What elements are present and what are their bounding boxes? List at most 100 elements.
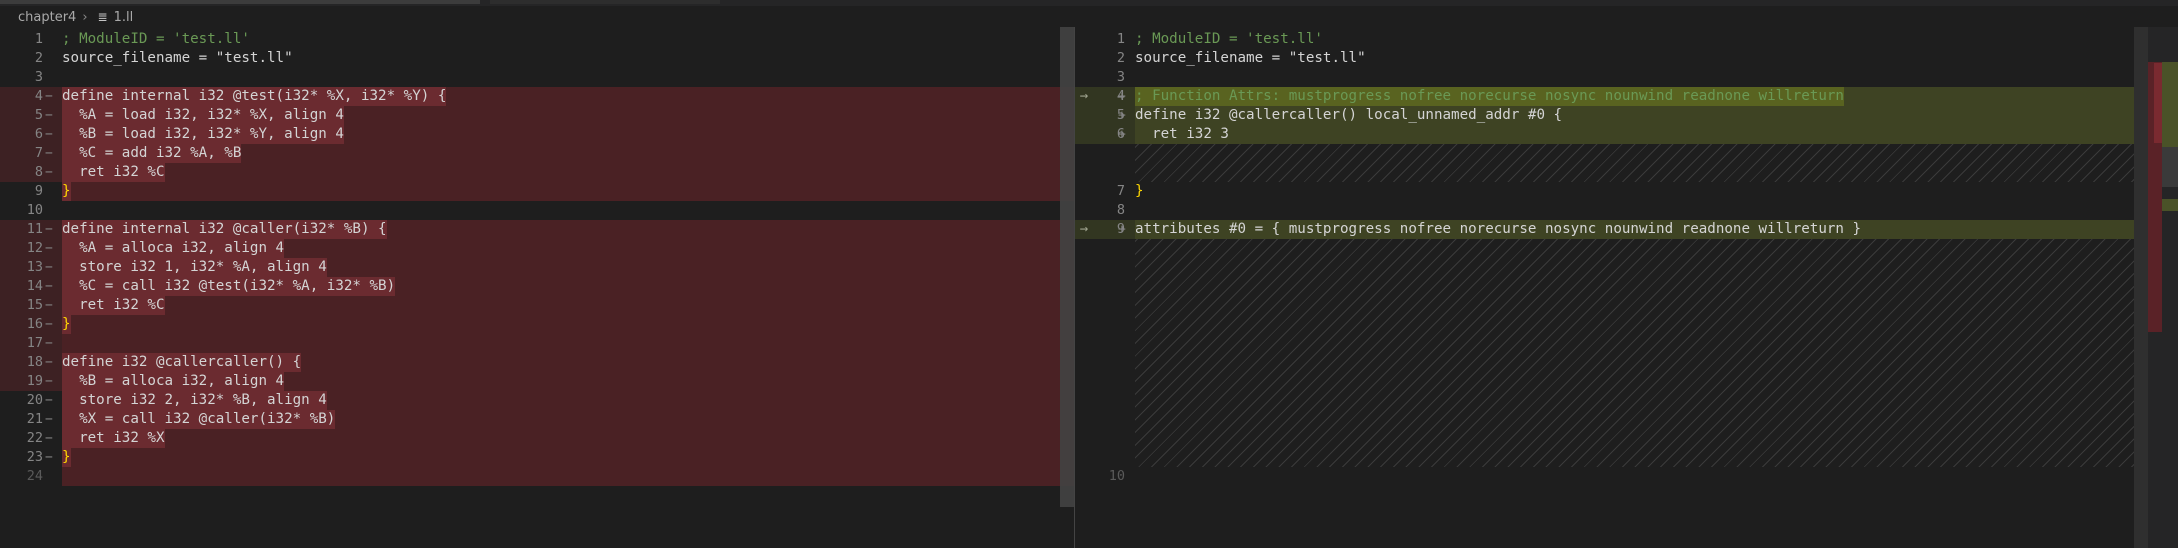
original-scrollbar[interactable] [1060,27,1074,507]
diff-sign: − [45,127,53,142]
code-line[interactable]: 5 − %A = load i32, i32* %X, align 4 [0,106,1074,125]
code-line[interactable]: 12 − %A = alloca i32, align 4 [0,239,1074,258]
code-line[interactable]: 10 [1075,467,2165,486]
diagonal-fill [1135,239,2145,467]
code-line[interactable]: 15 − ret i32 %C [0,296,1074,315]
diff-overview-ruler[interactable] [2134,27,2178,548]
line-text: %C = add i32 %A, %B [62,144,242,163]
line-number: 15 [26,297,43,313]
line-number: 23 [26,449,43,465]
code-line[interactable]: 14 − %C = call i32 @test(i32* %A, i32* %… [0,277,1074,296]
line-text: %X = call i32 @caller(i32* %B) [62,410,336,429]
code-line[interactable]: 7 } [1075,182,2165,201]
line-number: 18 [26,354,43,370]
line-number: 16 [26,316,43,332]
code-line[interactable]: 6 − %B = load i32, i32* %Y, align 4 [0,125,1074,144]
line-number: 7 [34,145,43,161]
overview-scroll-thumb[interactable] [2134,27,2148,548]
line-number: 19 [26,373,43,389]
line-number: 6 [34,126,43,142]
code-line[interactable]: 4 − define internal i32 @test(i32* %X, i… [0,87,1074,106]
line-text: ret i32 %C [62,163,165,182]
code-line[interactable]: 2 source_filename = "test.ll" [1075,49,2165,68]
line-number: 3 [34,69,43,85]
code-line[interactable]: 16 − } [0,315,1074,334]
diff-sign: − [45,374,53,389]
diff-sign: − [45,450,53,465]
line-number: 10 [1108,468,1125,484]
tab-strip-segment [490,0,720,4]
breadcrumb: chapter4 › ≣ 1.ll [18,8,133,26]
code-line[interactable]: 13 − store i32 1, i32* %A, align 4 [0,258,1074,277]
line-number: 21 [26,411,43,427]
diff-sign: − [45,165,53,180]
line-number: 24 [26,468,43,484]
line-text: ret i32 %C [62,296,165,315]
code-line[interactable]: 10 [0,201,1074,220]
code-line[interactable]: 19 − %B = alloca i32, align 4 [0,372,1074,391]
code-line[interactable]: 18 − define i32 @callercaller() { [0,353,1074,372]
breadcrumb-file[interactable]: 1.ll [114,10,134,25]
code-line[interactable]: 1 ; ModuleID = 'test.ll' [1075,30,2165,49]
line-number: 7 [1116,183,1125,199]
line-number: 2 [1116,50,1125,66]
code-line[interactable]: 1 ; ModuleID = 'test.ll' [0,30,1074,49]
diff-modified-pane[interactable]: 1 ; ModuleID = 'test.ll' 2 source_filena… [1075,27,2165,548]
diff-sign: − [45,298,53,313]
code-line[interactable]: 3 [1075,68,2165,87]
line-number: 14 [26,278,43,294]
code-line[interactable]: 23 − } [0,448,1074,467]
code-line[interactable]: 7 − %C = add i32 %A, %B [0,144,1074,163]
line-number: 5 [34,107,43,123]
diff-sign: − [45,412,53,427]
line-text: } [62,315,71,334]
code-line[interactable]: 22 − ret i32 %X [0,429,1074,448]
code-line[interactable]: 2 source_filename = "test.ll" [0,49,1074,68]
line-number: 11 [26,221,43,237]
line-text: } [62,182,71,201]
breadcrumb-folder[interactable]: chapter4 [18,10,76,25]
code-line[interactable]: 11 − define internal i32 @caller(i32* %B… [0,220,1074,239]
code-line[interactable]: 4 + ; Function Attrs: mustprogress nofre… [1075,87,2165,106]
code-line[interactable]: 3 [0,68,1074,87]
line-text: %B = alloca i32, align 4 [62,372,285,391]
code-line[interactable]: 5 + define i32 @callercaller() local_unn… [1075,106,2165,125]
diff-sign: − [45,146,53,161]
code-line[interactable]: 9 } [0,182,1074,201]
line-text: } [1135,183,1144,199]
line-number: 17 [26,335,43,351]
overview-inserted-marker [2162,199,2178,211]
line-number: 1 [34,31,43,47]
line-number: 20 [26,392,43,408]
code-line[interactable]: 24 [0,467,1074,486]
line-text: ; Function Attrs: mustprogress nofree no… [1135,87,1844,106]
diagonal-fill [1135,144,2145,182]
code-line[interactable]: 21 − %X = call i32 @caller(i32* %B) [0,410,1074,429]
line-number: 13 [26,259,43,275]
diff-original-pane[interactable]: 1 ; ModuleID = 'test.ll' 2 source_filena… [0,27,1074,548]
line-number: 2 [34,50,43,66]
code-line[interactable]: 17 − [0,334,1074,353]
line-number: 8 [34,164,43,180]
line-number: 10 [26,202,43,218]
diff-sign: − [45,222,53,237]
code-line[interactable]: 8 [1075,201,2165,220]
diff-sign: − [45,355,53,370]
overview-deleted-marker [2154,63,2162,143]
line-number: 12 [26,240,43,256]
line-text: %C = call i32 @test(i32* %A, i32* %B) [62,277,396,296]
diff-sign: − [45,89,53,104]
diff-sign: − [45,336,53,351]
code-line[interactable]: 6 + ret i32 3 [1075,125,2165,144]
diff-sign: + [1118,127,1126,142]
line-text: define i32 @callercaller() local_unnamed… [1135,107,1563,123]
line-text: source_filename = "test.ll" [62,50,293,66]
line-text: ; ModuleID = 'test.ll' [62,31,250,47]
line-number: 3 [1116,69,1125,85]
line-number: 9 [34,183,43,199]
code-line[interactable]: 9 + attributes #0 = { mustprogress nofre… [1075,220,2165,239]
line-number: 8 [1116,202,1125,218]
code-line[interactable]: 8 − ret i32 %C [0,163,1074,182]
code-line[interactable]: 20 − store i32 2, i32* %B, align 4 [0,391,1074,410]
diff-sign: + [1118,89,1126,104]
